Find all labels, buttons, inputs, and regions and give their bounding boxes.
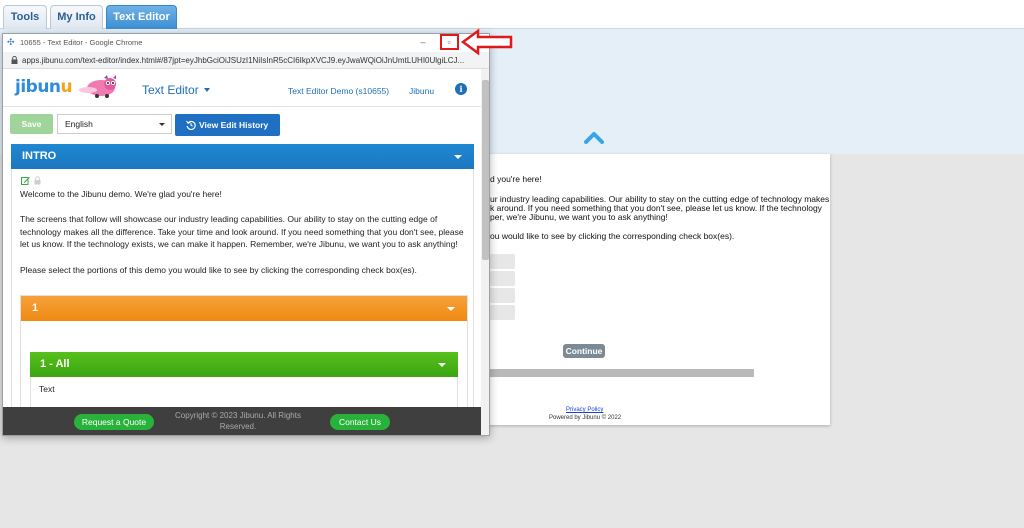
tab-my-info[interactable]: My Info <box>50 5 103 29</box>
intro-section-header[interactable]: INTRO <box>11 144 474 169</box>
save-button[interactable]: Save <box>10 114 53 134</box>
chevron-down-icon[interactable] <box>438 363 446 367</box>
preview-powered-by: Powered by Jibunu © 2022 <box>549 415 622 421</box>
window-titlebar[interactable]: ✣ 10655 - Text Editor - Google Chrome – … <box>3 34 489 52</box>
minimize-icon[interactable]: – <box>416 36 430 49</box>
app-footer: Request a Quote Copyright © 2023 Jibunu.… <box>3 407 481 435</box>
tab-tools[interactable]: Tools <box>3 5 47 29</box>
app-header: jibunu Text Editor Text Editor Demo (s10… <box>3 69 481 107</box>
lock-icon <box>11 56 18 64</box>
preview-checkbox-option[interactable] <box>490 305 515 320</box>
section-1-heading: 1 <box>32 302 39 314</box>
mascot-icon <box>79 75 116 98</box>
preview-privacy-link[interactable]: Privacy Policy <box>566 407 603 413</box>
preview-line: d you're here! <box>490 174 542 184</box>
survey-preview: d you're here! ur industry leading capab… <box>470 154 830 425</box>
jibunu-logo: jibunu <box>15 77 73 97</box>
history-icon <box>186 120 196 130</box>
chevron-down-icon[interactable] <box>447 307 455 311</box>
request-quote-button[interactable]: Request a Quote <box>74 414 154 430</box>
preview-progress-bar <box>490 369 754 377</box>
editor-content: jibunu Text Editor Text Editor Demo (s10… <box>3 69 481 435</box>
section-1-header[interactable]: 1 <box>21 296 467 321</box>
intro-section-body: Welcome to the Jibunu demo. We're glad y… <box>11 169 474 435</box>
preview-checkbox-option[interactable] <box>490 288 515 303</box>
chevron-up-icon[interactable] <box>583 130 605 144</box>
red-arrow-icon <box>460 28 513 56</box>
language-value: English <box>65 119 93 129</box>
contact-us-button[interactable]: Contact Us <box>330 414 390 430</box>
intro-paragraph: Please select the portions of this demo … <box>20 265 417 275</box>
url-text[interactable]: apps.jibunu.com/text-editor/index.html#/… <box>22 56 482 65</box>
intro-paragraph: Welcome to the Jibunu demo. We're glad y… <box>20 189 222 199</box>
preview-line: ou would like to see by clicking the cor… <box>490 231 735 241</box>
window-title: 10655 - Text Editor - Google Chrome <box>20 38 143 47</box>
scrollbar-thumb[interactable] <box>482 80 489 260</box>
subsection-text: Text <box>39 384 55 394</box>
view-edit-history-button[interactable]: View Edit History <box>175 114 280 136</box>
chevron-down-icon[interactable] <box>204 88 210 92</box>
chevron-down-icon[interactable] <box>454 155 462 159</box>
preview-continue-button[interactable]: Continue <box>563 344 605 358</box>
app-title-menu[interactable]: Text Editor <box>142 83 199 97</box>
scrollbar[interactable] <box>481 69 489 435</box>
demo-link[interactable]: Text Editor Demo (s10655) <box>288 86 389 96</box>
app-top-bar: Tools My Info Text Editor <box>0 0 1024 29</box>
chevron-down-icon <box>159 123 165 126</box>
edit-icon[interactable] <box>21 176 30 185</box>
copyright-text: Copyright © 2023 Jibunu. All Rights Rese… <box>175 411 301 431</box>
preview-line: per, we're Jibunu, we want you to ask an… <box>490 212 668 222</box>
address-bar[interactable]: apps.jibunu.com/text-editor/index.html#/… <box>3 52 489 69</box>
info-icon[interactable]: i <box>455 83 467 95</box>
subsection-1-all-header[interactable]: 1 - All <box>30 352 458 377</box>
intro-paragraph: The screens that follow will showcase ou… <box>20 214 464 249</box>
lock-icon[interactable] <box>34 176 41 185</box>
preview-checkbox-option[interactable] <box>490 254 515 269</box>
language-select[interactable]: English <box>57 114 172 134</box>
tab-text-editor[interactable]: Text Editor <box>106 5 177 29</box>
preview-checkbox-option[interactable] <box>490 271 515 286</box>
highlight-box <box>440 34 459 50</box>
user-link[interactable]: Jibunu <box>409 86 434 96</box>
view-edit-history-label: View Edit History <box>199 120 269 130</box>
subsection-heading: 1 - All <box>40 358 70 370</box>
intro-heading: INTRO <box>22 150 57 162</box>
app-favicon-icon: ✣ <box>7 37 15 47</box>
editor-toolbar: Save English View Edit History <box>3 108 481 138</box>
chrome-popup-window: ✣ 10655 - Text Editor - Google Chrome – … <box>2 33 490 436</box>
